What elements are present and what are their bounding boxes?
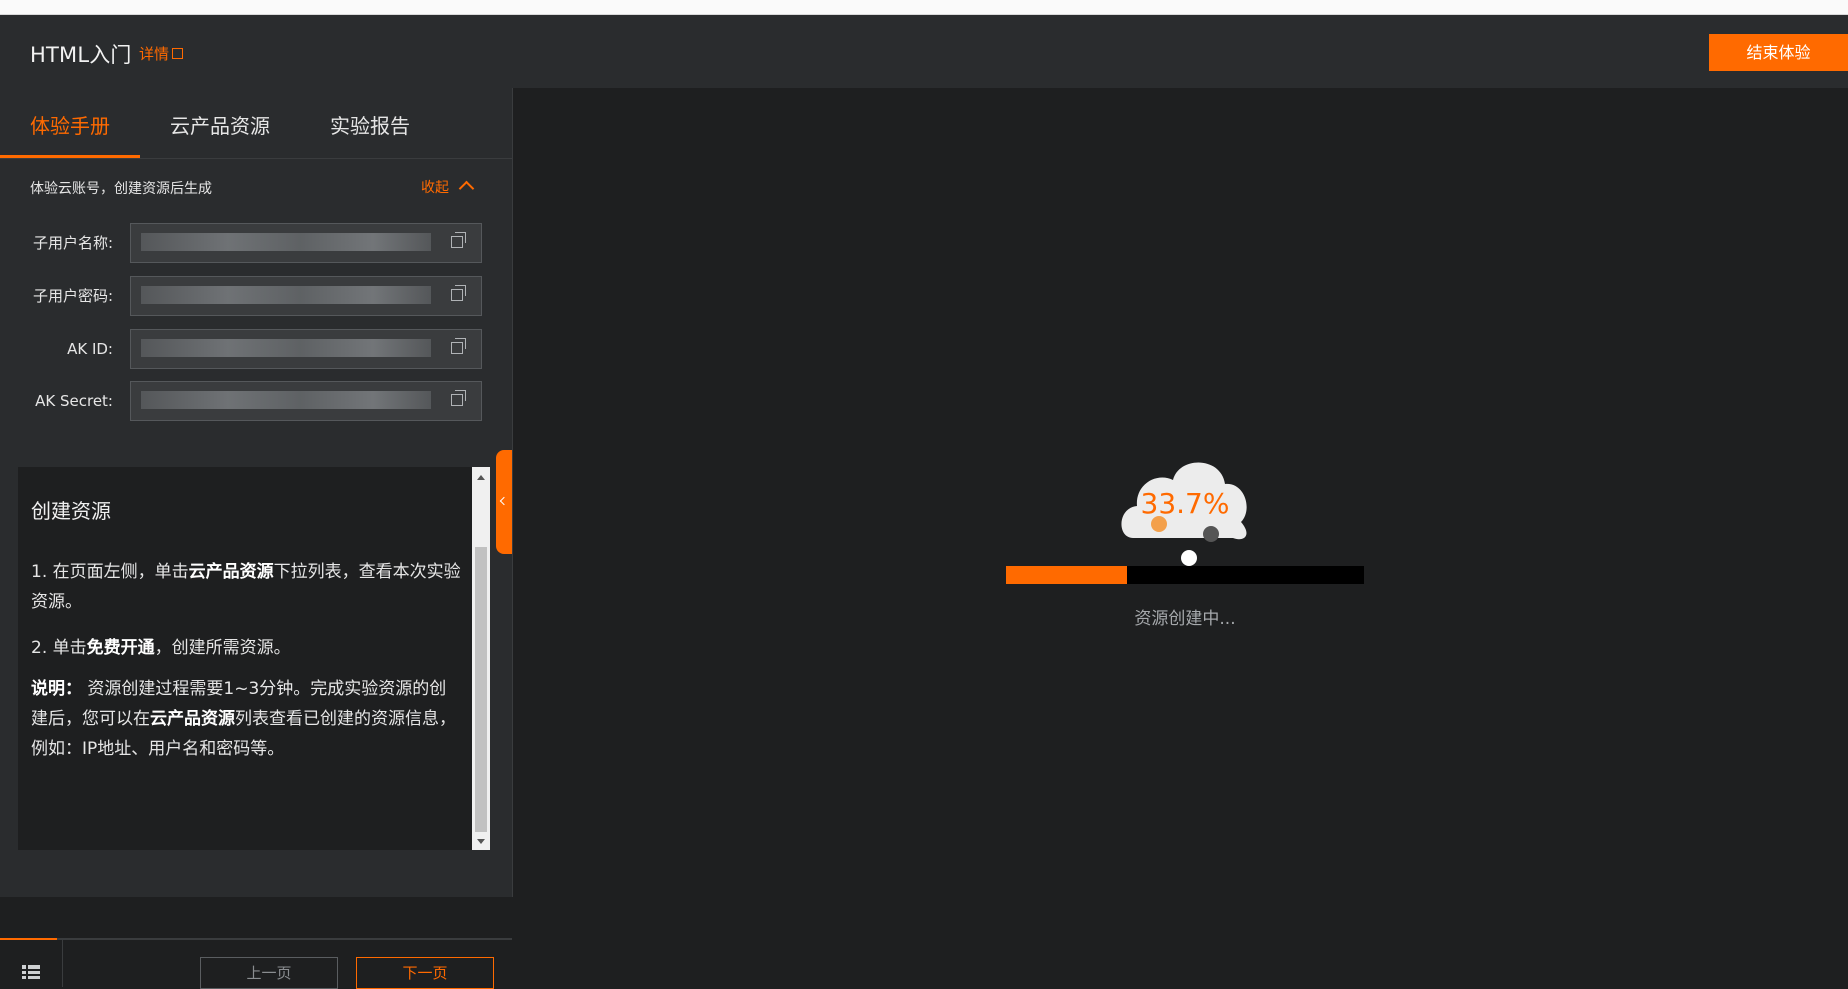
masked-value [141, 233, 431, 251]
field-label: AK Secret: [35, 392, 113, 410]
guide-content: 创建资源 1. 在页面左侧，单击云产品资源下拉列表，查看本次实验资源。 2. 单… [18, 467, 490, 850]
copy-icon[interactable] [451, 285, 466, 301]
step-text: 1. 在页面左侧，单击 [31, 562, 189, 582]
note-bold: 云产品资源 [150, 709, 235, 729]
step-bold: 免费开通 [86, 638, 155, 658]
field-ak-id: AK ID: [0, 329, 512, 371]
tab-bar: 体验手册 云产品资源 实验报告 [0, 88, 512, 159]
scroll-down-icon[interactable] [477, 839, 485, 844]
collapse-label: 收起 [421, 180, 449, 196]
progress-bar-fill [1006, 566, 1127, 584]
field-password: 子用户密码: [0, 276, 512, 318]
prev-page-button[interactable]: 上一页 [200, 957, 338, 989]
scroll-thumb[interactable] [475, 547, 487, 832]
footer-divider [62, 940, 63, 987]
browser-top-strip [0, 0, 1848, 15]
collapse-handle-icon[interactable] [496, 450, 512, 554]
masked-value [141, 286, 431, 304]
top-header: HTML入门 详情 结束体验 [0, 15, 1848, 89]
masked-value [141, 339, 431, 357]
active-tab-indicator [0, 155, 140, 158]
ak-id-field[interactable] [130, 329, 482, 369]
progress-percentage: 33.7% [1140, 487, 1230, 520]
next-page-button[interactable]: 下一页 [356, 957, 494, 989]
chevron-up-icon [458, 180, 475, 197]
account-section-title: 体验云账号，创建资源后生成 [30, 181, 212, 197]
guide-step-2: 2. 单击免费开通，创建所需资源。 [31, 633, 461, 663]
tab-lab-report[interactable]: 实验报告 [330, 110, 410, 139]
field-label: 子用户名称: [32, 234, 113, 252]
manual-progress [0, 938, 57, 940]
scroll-up-icon[interactable] [477, 475, 485, 480]
guide-heading: 创建资源 [31, 499, 111, 523]
status-text: 资源创建中... [1134, 609, 1236, 629]
tab-cloud-resources[interactable]: 云产品资源 [170, 110, 270, 139]
sidebar-footer: 上一页 下一页 [0, 938, 512, 989]
note-bold: 说明： [31, 679, 82, 699]
menu-grid-icon[interactable] [22, 965, 40, 979]
resource-progress-bar [1006, 566, 1364, 584]
copy-icon[interactable] [451, 232, 466, 248]
details-link[interactable]: 详情 [139, 43, 184, 64]
guide-scrollbar[interactable] [472, 467, 490, 850]
field-label: 子用户密码: [32, 287, 113, 305]
details-label: 详情 [139, 45, 170, 63]
collapse-toggle[interactable]: 收起 [421, 177, 475, 197]
guide-note: 说明： 资源创建过程需要1~3分钟。完成实验资源的创建后，您可以在云产品资源列表… [31, 674, 461, 764]
sidebar: 体验手册 云产品资源 实验报告 体验云账号，创建资源后生成 收起 子用户名称: … [0, 88, 513, 989]
tab-manual[interactable]: 体验手册 [30, 110, 110, 139]
step-text: ，创建所需资源。 [154, 638, 291, 658]
step-bold: 云产品资源 [188, 562, 274, 582]
copy-icon[interactable] [451, 338, 466, 354]
username-field[interactable] [130, 223, 482, 263]
external-link-icon [172, 48, 184, 59]
field-ak-secret: AK Secret: [0, 381, 512, 423]
end-experience-button[interactable]: 结束体验 [1709, 34, 1848, 71]
step-text: 2. 单击 [31, 638, 87, 658]
field-label: AK ID: [67, 340, 113, 358]
password-field[interactable] [130, 276, 482, 316]
guide-step-1: 1. 在页面左侧，单击云产品资源下拉列表，查看本次实验资源。 [31, 557, 461, 617]
ak-secret-field[interactable] [130, 381, 482, 421]
field-username: 子用户名称: [0, 223, 512, 265]
copy-icon[interactable] [451, 390, 466, 406]
masked-value [141, 391, 431, 409]
page-title: HTML入门 [30, 43, 132, 67]
